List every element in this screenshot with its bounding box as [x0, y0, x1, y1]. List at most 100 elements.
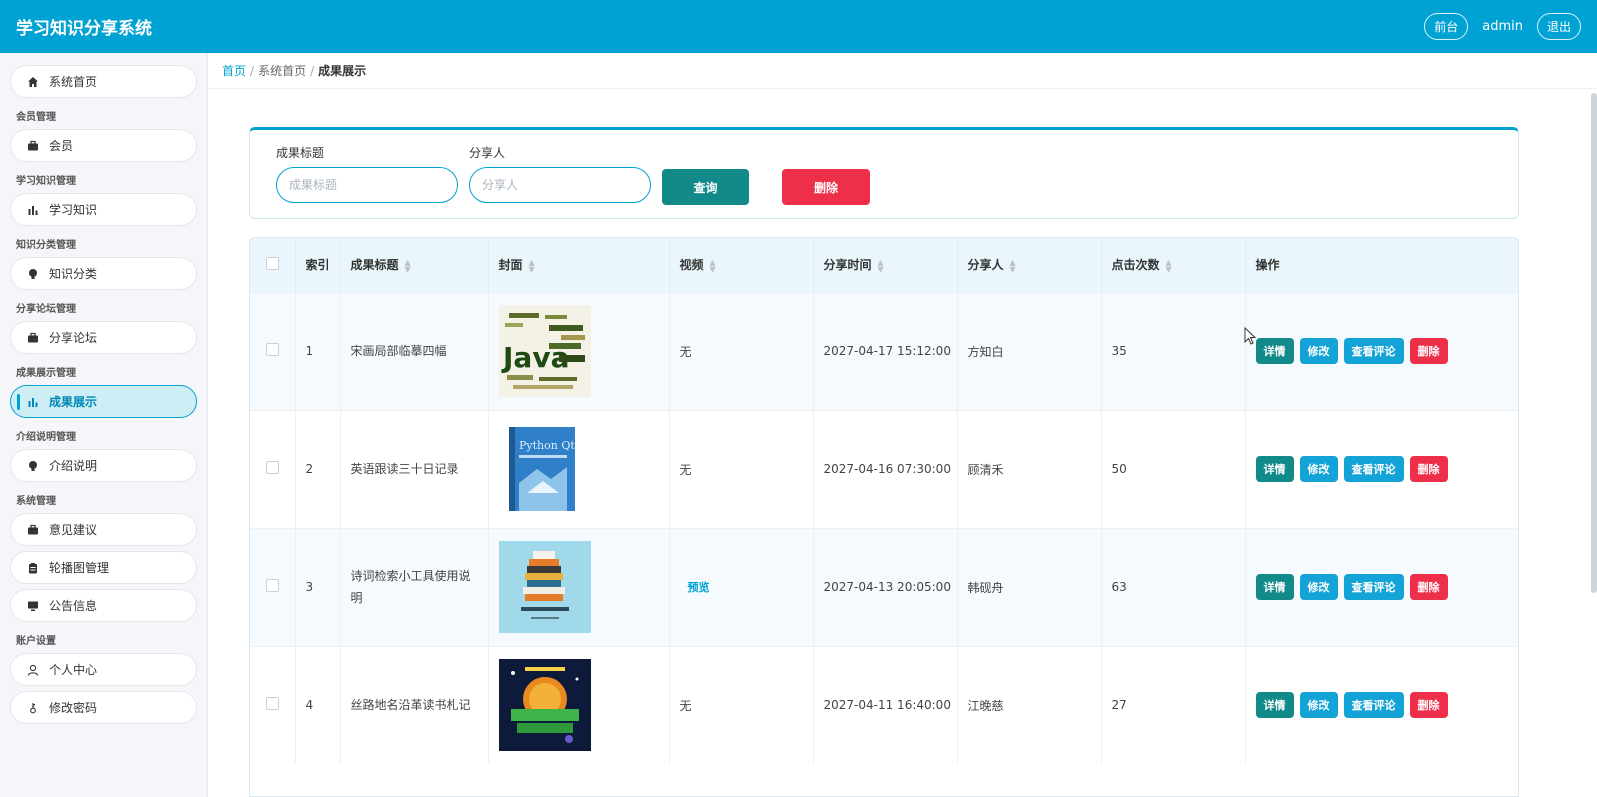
video-preview-link[interactable]: 预览: [680, 581, 710, 594]
column-header-clicks[interactable]: 点击次数 ▲ ▼: [1101, 238, 1246, 292]
python-qt-book-cover[interactable]: Python Qt: [498, 423, 591, 515]
delete-button[interactable]: 删除: [1409, 456, 1448, 482]
sidebar-item-category[interactable]: 知识分类: [10, 257, 197, 290]
column-header-label: 分享人: [967, 258, 1004, 273]
sidebar-item-profile[interactable]: 个人中心: [10, 653, 197, 686]
row-checkbox[interactable]: [265, 579, 279, 592]
delete-button[interactable]: 删除: [1409, 574, 1448, 600]
row-select-cell: [250, 527, 296, 646]
sidebar-item-knowledge[interactable]: 学习知识: [10, 193, 197, 226]
bar-chart-icon: [27, 204, 39, 216]
breadcrumb-separator: /: [250, 63, 255, 78]
breadcrumb-separator: /: [310, 63, 315, 78]
row-clicks: 27: [1101, 645, 1246, 764]
column-header-time[interactable]: 分享时间 ▲ ▼: [813, 238, 958, 292]
logout-button[interactable]: 退出: [1536, 13, 1581, 40]
bar-chart-icon: [27, 396, 39, 408]
sort-icon[interactable]: ▲ ▼: [878, 258, 884, 273]
sort-icon[interactable]: ▲ ▼: [529, 258, 535, 273]
bulb-icon: [27, 460, 39, 472]
row-time: 2027-04-17 15:12:00: [813, 291, 958, 410]
view-comments-button[interactable]: 查看评论: [1343, 338, 1404, 364]
nav-group-title: 学习知识管理: [16, 176, 76, 187]
sidebar-item-home[interactable]: 系统首页: [10, 65, 197, 98]
row-select-cell: [250, 409, 296, 528]
column-header-label: 分享时间: [823, 258, 872, 273]
sidebar-item-label: 个人中心: [49, 663, 98, 677]
edit-button[interactable]: 修改: [1299, 574, 1338, 600]
book-stack-cover[interactable]: [498, 541, 591, 633]
row-sharer: 方知白: [957, 291, 1102, 410]
batch-delete-button[interactable]: 删除: [782, 169, 870, 205]
vertical-scrollbar[interactable]: [1591, 93, 1597, 593]
row-checkbox[interactable]: [265, 461, 279, 474]
breadcrumb-home[interactable]: 首页: [222, 62, 246, 79]
edit-button[interactable]: 修改: [1299, 338, 1338, 364]
title-search-input[interactable]: [276, 167, 458, 203]
nav-group-title: 分享论坛管理: [16, 304, 76, 315]
sort-icon[interactable]: ▲ ▼: [1010, 258, 1016, 273]
query-button[interactable]: 查询: [662, 169, 749, 205]
sidebar-item-password[interactable]: 修改密码: [10, 691, 197, 724]
sidebar-item-forum[interactable]: 分享论坛: [10, 321, 197, 354]
row-index: 2: [295, 409, 341, 528]
sidebar-item-label: 学习知识: [49, 203, 98, 217]
sort-icon[interactable]: ▲ ▼: [1166, 258, 1172, 273]
column-header-video[interactable]: 视频 ▲ ▼: [669, 238, 814, 292]
row-cover-cell: [488, 527, 670, 646]
edit-button[interactable]: 修改: [1299, 692, 1338, 719]
delete-button[interactable]: 删除: [1409, 692, 1448, 719]
row-actions: 详情 修改 查看评论 删除: [1255, 456, 1519, 482]
sidebar-item-member[interactable]: 会员: [10, 129, 197, 162]
row-select-cell: [250, 291, 296, 410]
column-header-label: 点击次数: [1111, 258, 1160, 273]
row-clicks: 63: [1101, 527, 1246, 646]
column-header-title[interactable]: 成果标题 ▲ ▼: [340, 238, 489, 292]
detail-button[interactable]: 详情: [1255, 456, 1294, 482]
nav-group-title: 账户设置: [16, 636, 56, 647]
row-index: 3: [295, 527, 341, 646]
column-header-sharer[interactable]: 分享人 ▲ ▼: [957, 238, 1102, 292]
detail-button[interactable]: 详情: [1255, 574, 1294, 600]
edit-button[interactable]: 修改: [1299, 456, 1338, 482]
column-header-cover[interactable]: 封面 ▲ ▼: [488, 238, 670, 292]
delete-button[interactable]: 删除: [1409, 338, 1448, 364]
sharer-field: 分享人: [469, 144, 651, 203]
sharer-field-label: 分享人: [469, 146, 506, 160]
sidebar-item-intro[interactable]: 介绍说明: [10, 449, 197, 482]
user-icon: [27, 664, 39, 676]
front-button[interactable]: 前台: [1424, 13, 1469, 40]
row-actions-cell: 详情 修改 查看评论 删除: [1245, 291, 1519, 410]
space-poster-cover[interactable]: [498, 659, 591, 752]
column-header-actions: 操作: [1255, 258, 1280, 273]
detail-button[interactable]: 详情: [1255, 338, 1294, 364]
select-all-checkbox[interactable]: [265, 256, 279, 270]
row-actions: 详情 修改 查看评论 删除: [1255, 338, 1519, 364]
breadcrumb: 首页 / 系统首页 / 成果展示: [208, 53, 1597, 89]
row-checkbox[interactable]: [265, 343, 279, 356]
sidebar-item-label: 系统首页: [49, 75, 98, 89]
row-clicks: 35: [1101, 291, 1246, 410]
sidebar-item-carousel[interactable]: 轮播图管理: [10, 551, 197, 584]
sidebar-item-feedback[interactable]: 意见建议: [10, 513, 197, 546]
column-header-label: 封面: [498, 258, 523, 273]
table-header-row: 索引 成果标题 ▲ ▼ 封面 ▲ ▼ 视频 ▲ ▼ 分享时间 ▲ ▼ 分享人 ▲ ▼ 点击次数 ▲ ▼ …: [250, 238, 1518, 292]
sharer-search-input[interactable]: [469, 167, 651, 203]
java-wordcloud-cover[interactable]: Java: [498, 305, 591, 397]
sidebar-item-notice[interactable]: 公告信息: [10, 589, 197, 622]
row-video: 无: [669, 645, 814, 764]
title-field-label: 成果标题: [276, 146, 325, 160]
view-comments-button[interactable]: 查看评论: [1343, 574, 1404, 600]
detail-button[interactable]: 详情: [1255, 692, 1294, 719]
sidebar-item-label: 知识分类: [49, 267, 98, 281]
row-checkbox[interactable]: [265, 697, 279, 711]
view-comments-button[interactable]: 查看评论: [1343, 692, 1404, 719]
breadcrumb-parent[interactable]: 系统首页: [258, 62, 306, 79]
sidebar-item-label: 公告信息: [49, 599, 98, 613]
sort-icon[interactable]: ▲ ▼: [405, 258, 411, 273]
sidebar-item-label: 介绍说明: [49, 459, 98, 473]
sort-icon[interactable]: ▲ ▼: [710, 258, 716, 273]
nav-group-title: 介绍说明管理: [16, 432, 76, 443]
sidebar-item-achievements[interactable]: 成果展示: [10, 385, 197, 418]
view-comments-button[interactable]: 查看评论: [1343, 456, 1404, 482]
